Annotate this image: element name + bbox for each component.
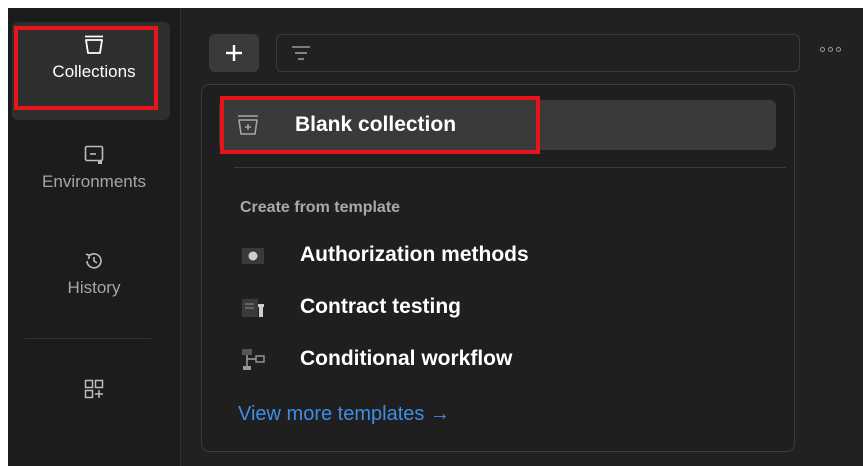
app-window: Collections Environments History Blank c… — [8, 8, 863, 466]
plus-icon — [226, 45, 242, 61]
collections-highlight-box — [14, 26, 158, 110]
more-dot — [836, 47, 841, 52]
template-label: Authorization methods — [300, 243, 529, 266]
sidebar-item-label: Environments — [42, 172, 146, 191]
conditional-workflow-icon — [242, 349, 265, 370]
blank-collection-highlight-box — [220, 96, 540, 154]
authorization-icon — [242, 248, 264, 264]
sidebar: Collections Environments History — [8, 8, 181, 466]
filter-input[interactable] — [276, 34, 800, 72]
section-title: Create from template — [240, 199, 401, 216]
history-icon — [85, 253, 102, 269]
more-dot — [828, 47, 833, 52]
new-button[interactable] — [209, 34, 259, 72]
sidebar-item-environments[interactable]: Environments — [8, 144, 180, 192]
sidebar-item-history[interactable]: History — [8, 250, 180, 298]
environments-icon — [84, 145, 104, 164]
sidebar-item-label: History — [67, 278, 121, 297]
template-label: Conditional workflow — [300, 347, 513, 370]
more-options-icon[interactable] — [820, 47, 841, 52]
template-label: Contract testing — [300, 295, 462, 318]
filter-icon — [292, 46, 310, 60]
add-workspace-apps-icon — [84, 379, 104, 399]
view-more-templates-link[interactable]: View more templates → — [238, 403, 450, 426]
more-dot — [820, 47, 825, 52]
sidebar-divider — [25, 338, 151, 339]
sidebar-item-apps[interactable] — [8, 378, 180, 400]
contract-testing-icon — [242, 299, 264, 317]
dropdown-divider — [234, 167, 786, 168]
